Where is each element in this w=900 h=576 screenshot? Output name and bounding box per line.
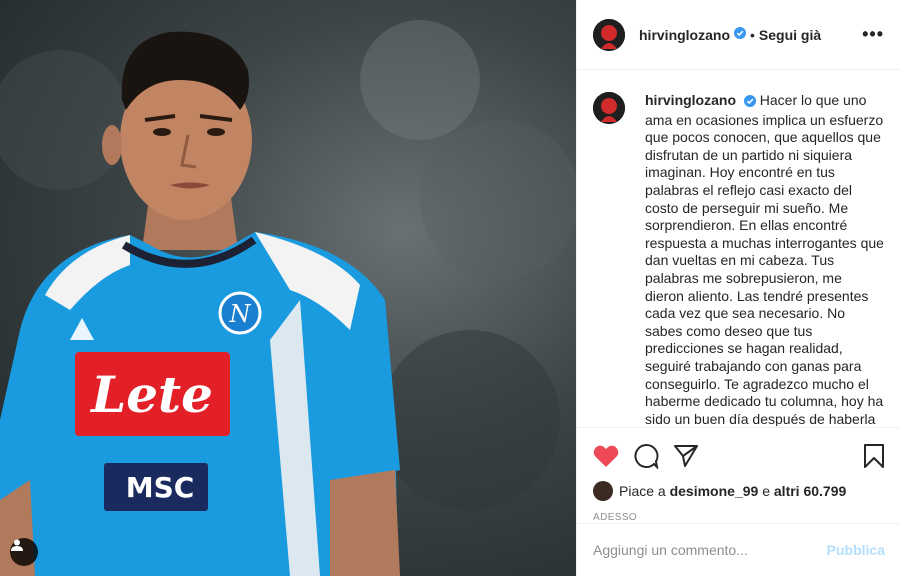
share-icon[interactable] (673, 444, 699, 468)
likes-summary: Piace a desimone_99 e altri 60.799 (593, 476, 885, 506)
sponsor-text: Lete (89, 365, 213, 424)
comment-box: Pubblica (577, 523, 900, 576)
caption-verified-badge-icon (743, 94, 756, 112)
crest-letter: N (229, 300, 252, 328)
post-photo[interactable]: Lete MSC N (0, 0, 576, 576)
caption-area: hirvinglozano Hacer lo que uno ama en oc… (577, 70, 900, 426)
post-timestamp[interactable]: ADESSO (593, 512, 885, 523)
caption-row: hirvinglozano Hacer lo que uno ama en oc… (593, 92, 884, 426)
likes-count[interactable]: altri 60.799 (774, 483, 846, 499)
post-header: hirvinglozano • Segui già ••• (577, 0, 900, 70)
verified-badge-icon (734, 26, 746, 44)
like-heart-icon[interactable] (593, 444, 619, 468)
caption-username[interactable]: hirvinglozano (645, 92, 736, 108)
profile-username[interactable]: hirvinglozano (639, 27, 730, 43)
liker-avatar[interactable] (593, 481, 613, 501)
separator-dot: • (750, 26, 755, 43)
tagged-user-icon[interactable] (10, 538, 38, 566)
sponsor2-text: MSC (126, 471, 195, 504)
likes-middle: e (762, 483, 770, 499)
caption-text: hirvinglozano Hacer lo que uno ama en oc… (645, 92, 884, 426)
player-illustration: Lete MSC N (0, 20, 576, 576)
post-actions: Piace a desimone_99 e altri 60.799 ADESS… (577, 427, 900, 523)
follow-button[interactable]: Segui già (759, 27, 821, 43)
profile-avatar[interactable] (593, 18, 625, 51)
publish-button[interactable]: Pubblica (827, 542, 885, 558)
likes-prefix: Piace a (619, 483, 666, 499)
caption-body: Hacer lo que uno ama en ocasiones implic… (645, 92, 884, 426)
more-options-button[interactable]: ••• (862, 24, 884, 45)
bookmark-icon[interactable] (863, 443, 885, 469)
post-side-panel: hirvinglozano • Segui già ••• hirvingloz… (576, 0, 900, 576)
comment-icon[interactable] (633, 443, 659, 469)
caption-avatar[interactable] (593, 92, 625, 124)
action-bar (593, 436, 885, 476)
comment-input[interactable] (593, 542, 827, 558)
liker-username[interactable]: desimone_99 (670, 483, 759, 499)
